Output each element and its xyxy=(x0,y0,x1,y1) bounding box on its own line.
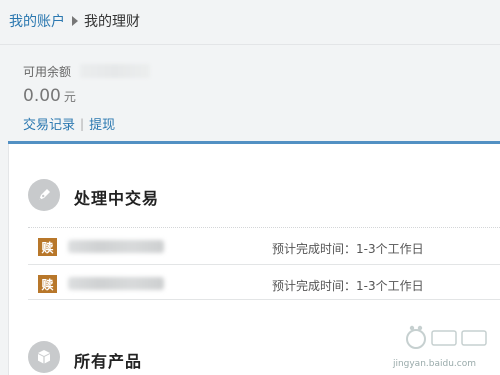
pending-row[interactable]: 赎 预计完成时间：1-3个工作日 xyxy=(28,269,500,299)
balance-unit: 元 xyxy=(63,90,76,104)
balance-amount: 0.00 元 xyxy=(23,86,76,106)
watermark-url: jingyan.baidu.com xyxy=(392,359,476,369)
breadcrumb: 我的账户 我的理财 xyxy=(9,10,140,32)
withdraw-link[interactable]: 提现 xyxy=(89,114,115,133)
row-divider xyxy=(28,299,500,300)
redeem-badge: 赎 xyxy=(38,238,57,256)
cube-icon xyxy=(28,341,60,373)
balance-actions: 交易记录 | 提现 xyxy=(23,114,115,134)
estimated-completion: 预计完成时间：1-3个工作日 xyxy=(272,279,424,293)
baidu-watermark-logo xyxy=(406,325,487,349)
estimated-completion: 预计完成时间：1-3个工作日 xyxy=(272,242,424,256)
transactions-link[interactable]: 交易记录 xyxy=(23,114,75,133)
breadcrumb-current: 我的理财 xyxy=(84,14,140,30)
balance-label: 可用余额 xyxy=(23,65,72,79)
products-section-title: 所有产品 xyxy=(74,352,143,371)
blurred-product-name xyxy=(68,240,164,253)
link-separator: | xyxy=(80,116,85,131)
pending-section-title: 处理中交易 xyxy=(74,189,160,208)
balance-value: 0.00 xyxy=(23,86,61,106)
blurred-info xyxy=(80,64,150,78)
row-divider xyxy=(28,264,500,265)
redeem-badge: 赎 xyxy=(38,275,57,293)
breadcrumb-arrow-icon xyxy=(72,16,78,26)
section-divider xyxy=(28,227,500,228)
header-divider xyxy=(0,44,500,45)
pen-icon xyxy=(28,179,60,211)
blurred-product-name xyxy=(68,277,164,290)
breadcrumb-my-account-link[interactable]: 我的账户 xyxy=(9,11,65,31)
pending-row[interactable]: 赎 预计完成时间：1-3个工作日 xyxy=(28,232,500,262)
